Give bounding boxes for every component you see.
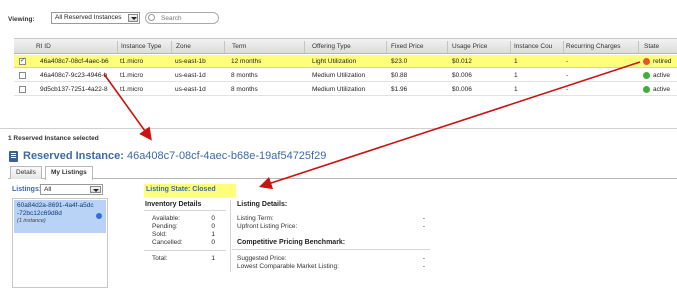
annotation-arrows bbox=[103, 61, 641, 190]
arrow-to-listing-state bbox=[258, 61, 641, 190]
arrow-to-detail-title bbox=[103, 73, 152, 141]
